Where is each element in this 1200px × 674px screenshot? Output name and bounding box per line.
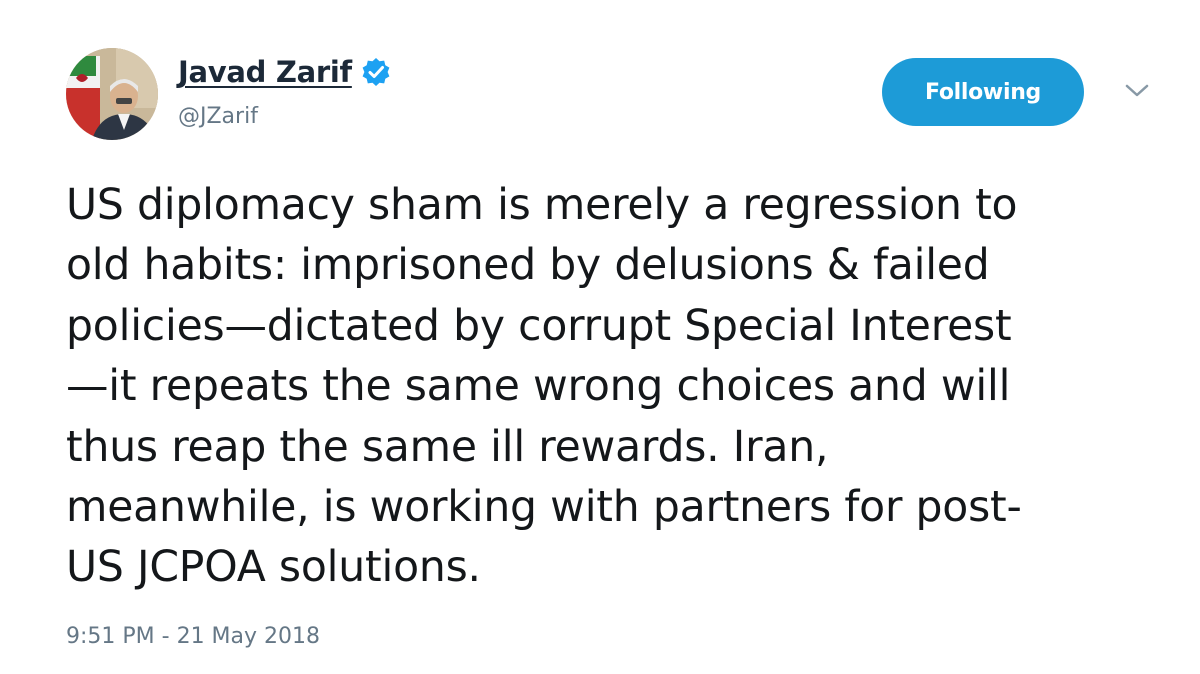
tweet-text-line: policies—dictated by corrupt Special Int… — [66, 301, 1012, 351]
verified-badge-icon — [360, 56, 392, 88]
tweet-text-line: meanwhile, is working with partners for … — [66, 483, 1022, 533]
tweet-card: Javad Zarif @JZarif Following US diploma… — [0, 0, 1200, 674]
tweet-text: US diplomacy sham is merely a regression… — [66, 176, 1156, 599]
author-handle[interactable]: @JZarif — [178, 104, 258, 129]
following-button[interactable]: Following — [882, 58, 1084, 126]
tweet-text-line: US JCPOA solutions. — [66, 543, 481, 593]
tweet-text-line: US diplomacy sham is merely a regression… — [66, 181, 1018, 230]
tweet-text-line: thus reap the same ill rewards. Iran, — [66, 422, 829, 472]
author-display-name[interactable]: Javad Zarif — [178, 55, 352, 89]
chevron-down-icon[interactable] — [1122, 80, 1152, 102]
tweet-text-line: —it repeats the same wrong choices and w… — [66, 362, 1011, 412]
tweet-timestamp[interactable]: 9:51 PM - 21 May 2018 — [66, 624, 320, 649]
avatar[interactable] — [66, 48, 158, 140]
tweet-text-line: old habits: imprisoned by delusions & fa… — [66, 241, 990, 291]
author-name-row: Javad Zarif — [178, 52, 392, 92]
profile-photo-icon — [66, 48, 158, 140]
